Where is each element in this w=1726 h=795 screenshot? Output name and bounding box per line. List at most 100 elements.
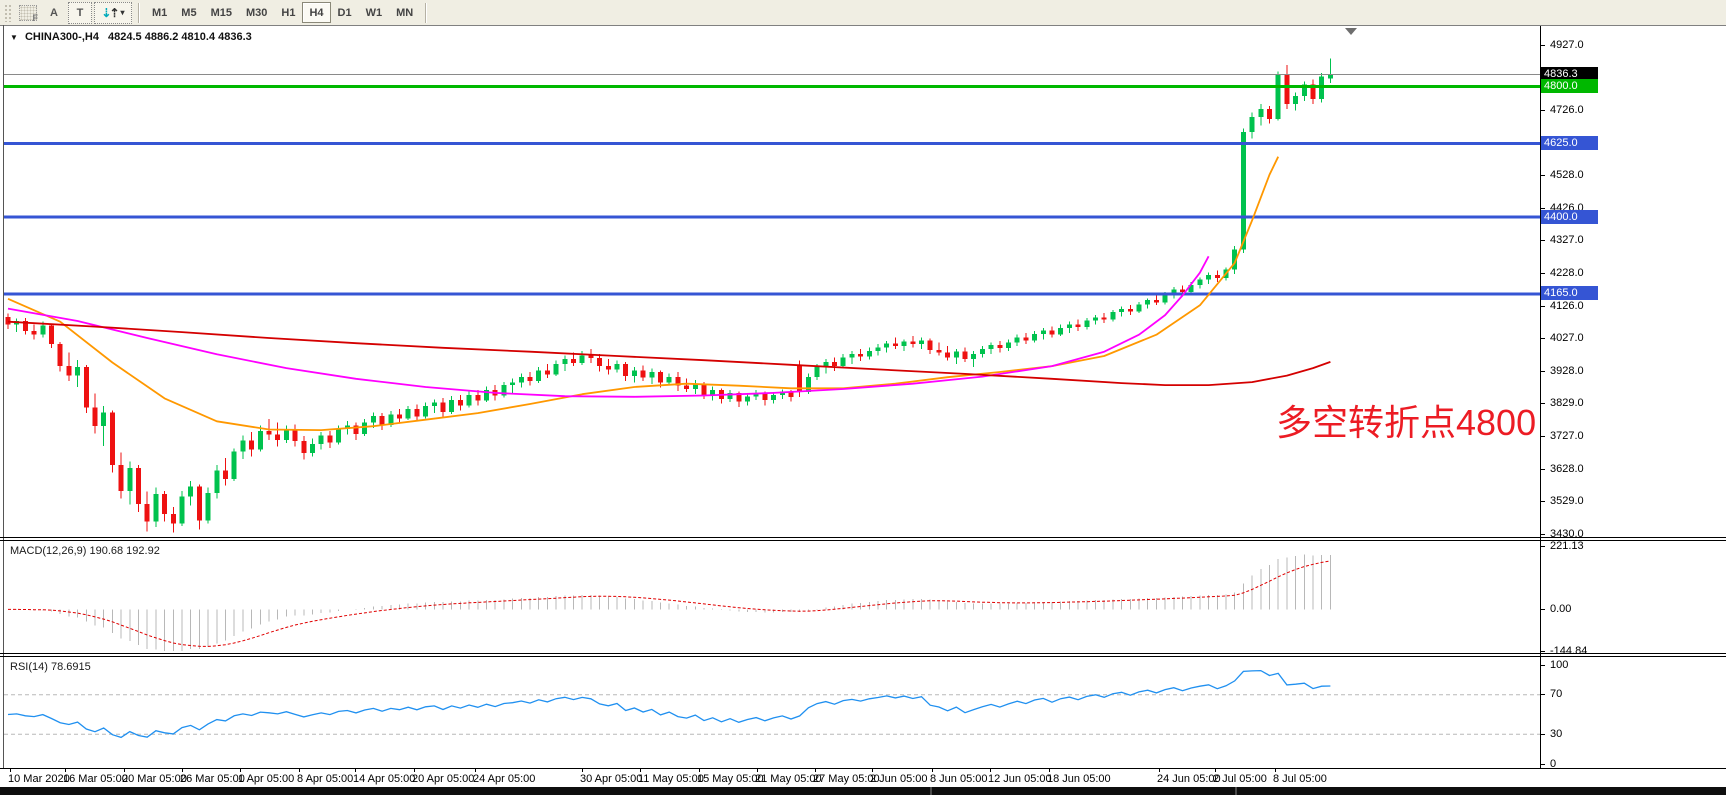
macd-tick--144.84-tick: [1540, 651, 1545, 652]
macd-tick-221.13-tick: [1540, 546, 1545, 547]
symbol-dropdown-icon[interactable]: ▼: [10, 33, 18, 42]
time-tick: [1049, 768, 1050, 772]
time-label: 26 Mar 05:00: [180, 773, 245, 785]
price-tick-4927.0: 4927.0: [1550, 39, 1584, 51]
time-tick: [414, 768, 415, 772]
rsi-pane: [4, 671, 1540, 738]
time-label: 15 May 05:00: [697, 773, 764, 785]
price-tick-4228.0-tick: [1540, 273, 1545, 274]
time-tick: [65, 768, 66, 772]
time-tick: [815, 768, 816, 772]
price-tick-3727.0: 3727.0: [1550, 430, 1584, 442]
status-divider: [1235, 787, 1237, 795]
candles: [6, 58, 1333, 532]
time-tick: [1275, 768, 1276, 772]
price-tick-4726.0-tick: [1540, 110, 1545, 111]
price-tick-4528.0: 4528.0: [1550, 169, 1584, 181]
time-tick: [757, 768, 758, 772]
time-label: 20 Apr 05:00: [412, 773, 474, 785]
time-label: 30 Apr 05:00: [580, 773, 642, 785]
macd-tick-0.00-tick: [1540, 609, 1545, 610]
time-label: 1 Apr 05:00: [238, 773, 294, 785]
time-label: 24 Jun 05:00: [1157, 773, 1221, 785]
price-tick-3829.0-tick: [1540, 403, 1545, 404]
time-label: 8 Jul 05:00: [1273, 773, 1327, 785]
time-tick: [355, 768, 356, 772]
rsi-tick-100-tick: [1540, 665, 1545, 666]
price-tick-3628.0: 3628.0: [1550, 463, 1584, 475]
time-tick: [640, 768, 641, 772]
time-label: 24 Apr 05:00: [473, 773, 535, 785]
price-badge-4165.0[interactable]: 4165.0: [1541, 286, 1598, 300]
price-badge-4800.0[interactable]: 4800.0: [1541, 79, 1598, 93]
time-label: 14 Apr 05:00: [353, 773, 415, 785]
price-tick-4126.0-tick: [1540, 306, 1545, 307]
time-tick: [582, 768, 583, 772]
time-label: 8 Jun 05:00: [930, 773, 988, 785]
ma-mid-magenta: [8, 256, 1209, 397]
rsi-line: [8, 671, 1330, 738]
time-label: 16 Mar 05:00: [63, 773, 128, 785]
price-tick-4327.0-tick: [1540, 240, 1545, 241]
chart-shift-marker-icon[interactable]: [1345, 28, 1357, 35]
macd-label: MACD(12,26,9) 190.68 192.92: [10, 545, 160, 557]
rsi-label: RSI(14) 78.6915: [10, 661, 91, 673]
rsi-tick-0: 0: [1550, 758, 1556, 770]
price-tick-4927.0-tick: [1540, 45, 1545, 46]
chart-title: ▼ CHINA300-,H4 4824.5 4886.2 4810.4 4836…: [10, 31, 252, 43]
time-tick: [299, 768, 300, 772]
time-label: 18 Jun 05:00: [1047, 773, 1111, 785]
time-tick: [1215, 768, 1216, 772]
time-label: 11 May 05:00: [638, 773, 704, 785]
rsi-tick-70-tick: [1540, 694, 1545, 695]
time-tick: [990, 768, 991, 772]
time-tick: [932, 768, 933, 772]
price-tick-4027.0: 4027.0: [1550, 332, 1584, 344]
macd-tick--144.84: -144.84: [1550, 645, 1587, 657]
price-tick-3928.0: 3928.0: [1550, 365, 1584, 377]
price-tick-3529.0-tick: [1540, 501, 1545, 502]
time-tick: [699, 768, 700, 772]
price-tick-4027.0-tick: [1540, 338, 1545, 339]
price-tick-3829.0: 3829.0: [1550, 397, 1584, 409]
time-label: 8 Apr 05:00: [297, 773, 353, 785]
macd-tick-221.13: 221.13: [1550, 540, 1584, 552]
time-tick: [872, 768, 873, 772]
macd-pane: [8, 555, 1330, 651]
time-label: 21 May 05:00: [755, 773, 822, 785]
rsi-tick-30-tick: [1540, 734, 1545, 735]
chart-text-annotation[interactable]: 多空转折点4800: [1276, 394, 1536, 446]
time-label: 10 Mar 2020: [8, 773, 70, 785]
price-tick-3430.0-tick: [1540, 534, 1545, 535]
rsi-tick-100: 100: [1550, 659, 1568, 671]
price-tick-3430.0: 3430.0: [1550, 528, 1584, 540]
rsi-tick-70: 70: [1550, 688, 1562, 700]
price-tick-4726.0: 4726.0: [1550, 104, 1584, 116]
mt4-window: F A T ⇣⇡ ▾ M1M5M15M30H1H4D1W1MN ▼ CHINA3…: [0, 0, 1726, 795]
price-tick-4327.0: 4327.0: [1550, 234, 1584, 246]
status-divider: [930, 787, 932, 795]
time-label: 2 Jun 05:00: [870, 773, 928, 785]
price-badge-4400.0[interactable]: 4400.0: [1541, 210, 1598, 224]
price-tick-3628.0-tick: [1540, 469, 1545, 470]
price-tick-4426.0-tick: [1540, 208, 1545, 209]
price-tick-4228.0: 4228.0: [1550, 267, 1584, 279]
ohlc-values: 4824.5 4886.2 4810.4 4836.3: [108, 31, 252, 43]
time-tick: [10, 768, 11, 772]
macd-tick-0.00: 0.00: [1550, 603, 1571, 615]
price-tick-3529.0: 3529.0: [1550, 495, 1584, 507]
time-label: 2 Jul 05:00: [1213, 773, 1267, 785]
price-tick-3727.0-tick: [1540, 436, 1545, 437]
time-tick: [240, 768, 241, 772]
time-tick: [124, 768, 125, 772]
price-tick-3928.0-tick: [1540, 371, 1545, 372]
price-tick-4528.0-tick: [1540, 175, 1545, 176]
status-bar: [0, 787, 1726, 795]
rsi-tick-0-tick: [1540, 764, 1545, 765]
price-badge-4625.0[interactable]: 4625.0: [1541, 136, 1598, 150]
rsi-tick-30: 30: [1550, 728, 1562, 740]
time-tick: [182, 768, 183, 772]
main-pane: [0, 58, 1540, 532]
time-label: 12 Jun 05:00: [988, 773, 1052, 785]
symbol-period-label: CHINA300-,H4: [25, 31, 99, 43]
